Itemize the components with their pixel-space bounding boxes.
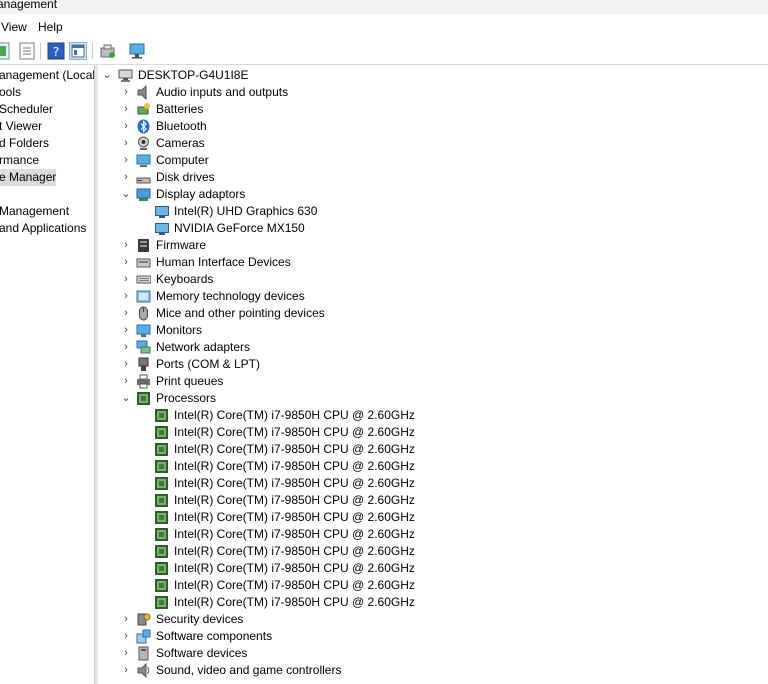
- computer-icon: [118, 68, 133, 83]
- title-bar: anagement: [0, 0, 768, 14]
- help-icon[interactable]: ?: [47, 42, 65, 60]
- chevron-right-icon[interactable]: ›: [120, 373, 132, 390]
- network-icon: [136, 340, 151, 355]
- chevron-right-icon[interactable]: ›: [120, 237, 132, 254]
- computer-icon: [136, 153, 151, 168]
- processor-icon: [155, 562, 168, 575]
- chevron-right-icon[interactable]: ›: [120, 101, 132, 118]
- port-icon: [136, 357, 151, 372]
- tree-item-task-scheduler[interactable]: Scheduler: [0, 101, 53, 118]
- chevron-right-icon[interactable]: ›: [120, 662, 132, 679]
- chevron-right-icon[interactable]: ›: [120, 288, 132, 305]
- processor-icon: [155, 443, 168, 456]
- sound-icon: [136, 662, 151, 679]
- tree-item-performance[interactable]: rmance: [0, 152, 39, 169]
- chevron-right-icon[interactable]: ›: [120, 254, 132, 271]
- chevron-right-icon[interactable]: ›: [120, 118, 132, 135]
- processor-icon: [155, 528, 168, 541]
- chevron-right-icon[interactable]: ›: [120, 152, 132, 169]
- monitor-icon: [136, 323, 151, 338]
- chevron-right-icon[interactable]: ›: [120, 356, 132, 373]
- chevron-down-icon[interactable]: ⌄: [120, 186, 132, 203]
- menu-help[interactable]: Help: [38, 20, 63, 34]
- toolbar: ?: [0, 38, 768, 65]
- processor-icon: [155, 494, 168, 507]
- chevron-right-icon[interactable]: ›: [120, 645, 132, 662]
- scan-hardware-icon[interactable]: [128, 42, 146, 60]
- display-adapter-icon: [155, 223, 169, 235]
- chevron-down-icon[interactable]: ⌄: [101, 67, 113, 84]
- processor-icon: [155, 460, 168, 473]
- camera-icon: [136, 136, 151, 151]
- root-label: DESKTOP-G4U1I8E: [138, 68, 249, 82]
- memory-icon: [136, 289, 151, 304]
- chevron-right-icon[interactable]: ›: [120, 628, 132, 645]
- menu-bar: View Help: [0, 16, 768, 36]
- show-hide-tree-icon[interactable]: [69, 42, 87, 60]
- speaker-icon: [136, 84, 151, 101]
- processor-icon: [155, 511, 168, 524]
- software-component-icon: [136, 629, 151, 644]
- processor-icon: [155, 477, 168, 490]
- keyboard-icon: [136, 272, 152, 287]
- tree-item-shared-folders[interactable]: d Folders: [0, 135, 49, 152]
- tree-item-storage-management[interactable]: Management: [0, 203, 69, 220]
- tree-item-device-manager[interactable]: e Manager: [0, 169, 56, 186]
- tree-item-system-tools[interactable]: ools: [0, 84, 21, 101]
- disk-drive-icon: [136, 170, 151, 185]
- console-tree: anagement (Local) ools Scheduler t Viewe…: [0, 65, 94, 684]
- processor-icon: [155, 579, 168, 592]
- window-title: anagement: [0, 0, 58, 11]
- firmware-icon: [136, 238, 151, 253]
- svg-text:?: ?: [53, 45, 59, 59]
- chevron-down-icon[interactable]: ⌄: [120, 390, 132, 407]
- software-device-icon: [136, 646, 151, 661]
- mouse-icon: [136, 306, 151, 321]
- device-tree: ⌄ DESKTOP-G4U1I8E › Audio inputs and out…: [101, 67, 415, 679]
- chevron-right-icon[interactable]: ›: [120, 271, 132, 288]
- chevron-right-icon[interactable]: ›: [120, 169, 132, 186]
- processor-icon: [155, 545, 168, 558]
- chevron-right-icon[interactable]: ›: [120, 322, 132, 339]
- chevron-right-icon[interactable]: ›: [120, 135, 132, 152]
- processor-icon: [155, 409, 168, 422]
- update-driver-icon[interactable]: [99, 42, 117, 60]
- bluetooth-icon: [136, 119, 151, 134]
- chevron-right-icon[interactable]: ›: [120, 305, 132, 322]
- tree-item-computer-management[interactable]: anagement (Local): [0, 67, 94, 84]
- back-icon[interactable]: [0, 42, 10, 60]
- tree-item-event-viewer[interactable]: t Viewer: [0, 118, 42, 135]
- tree-item-services-and-applications[interactable]: and Applications: [0, 220, 86, 237]
- hid-icon: [136, 255, 151, 270]
- security-key-icon: [136, 612, 151, 627]
- battery-icon: [136, 102, 151, 117]
- processor-icon: [155, 596, 168, 609]
- display-adapter-icon: [155, 206, 169, 218]
- processor-icon: [155, 426, 168, 439]
- menu-view[interactable]: View: [1, 20, 27, 34]
- chevron-right-icon[interactable]: ›: [120, 339, 132, 356]
- properties-icon[interactable]: [18, 42, 36, 60]
- processor-icon: [137, 392, 150, 405]
- chevron-right-icon[interactable]: ›: [120, 611, 132, 628]
- chevron-right-icon[interactable]: ›: [120, 84, 132, 101]
- printer-icon: [136, 374, 151, 389]
- display-adapter-icon: [136, 187, 151, 202]
